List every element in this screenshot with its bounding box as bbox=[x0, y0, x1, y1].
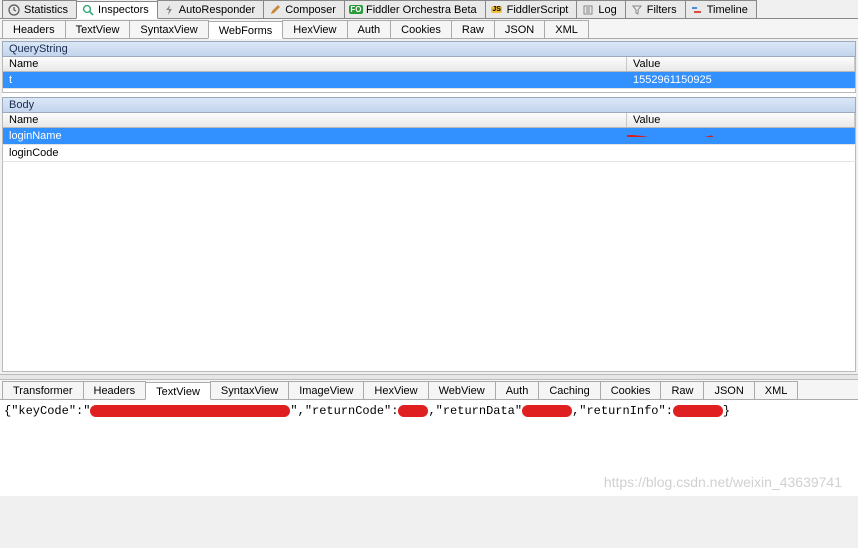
tab-label: Inspectors bbox=[98, 4, 149, 16]
subtab-webforms[interactable]: WebForms bbox=[208, 21, 284, 39]
tab-label: AutoResponder bbox=[179, 4, 255, 16]
pencil-icon bbox=[268, 3, 282, 17]
subtab-json[interactable]: JSON bbox=[494, 20, 545, 38]
timeline-icon bbox=[690, 3, 704, 17]
tab-label: Log bbox=[598, 4, 616, 16]
tab-label: Composer bbox=[285, 4, 336, 16]
rsubtab-hexview[interactable]: HexView bbox=[363, 381, 428, 399]
response-subtabs: Transformer Headers TextView SyntaxView … bbox=[0, 380, 858, 400]
tab-inspectors[interactable]: Inspectors bbox=[76, 1, 158, 19]
response-textview[interactable]: {"keyCode":"","returnCode":,"returnData"… bbox=[0, 400, 858, 496]
tab-label: Fiddler Orchestra Beta bbox=[366, 4, 477, 16]
watermark: https://blog.csdn.net/weixin_43639741 bbox=[604, 474, 842, 490]
json-text: ","returnCode": bbox=[290, 404, 398, 418]
redaction-mark bbox=[627, 135, 721, 137]
subtab-cookies[interactable]: Cookies bbox=[390, 20, 452, 38]
bolt-icon bbox=[162, 3, 176, 17]
cell-value bbox=[627, 152, 855, 154]
json-text: ,"returnData" bbox=[428, 404, 522, 418]
tab-autoresponder[interactable]: AutoResponder bbox=[157, 0, 264, 18]
col-name[interactable]: Name bbox=[3, 113, 627, 127]
body-grid-header: Name Value bbox=[2, 113, 856, 128]
rsubtab-headers[interactable]: Headers bbox=[83, 381, 147, 399]
fo-icon: FO bbox=[349, 3, 363, 17]
json-text: } bbox=[723, 404, 730, 418]
tab-label: Timeline bbox=[707, 4, 748, 16]
col-value[interactable]: Value bbox=[627, 57, 855, 71]
body-row[interactable]: loginCode bbox=[2, 145, 856, 162]
rsubtab-syntaxview[interactable]: SyntaxView bbox=[210, 381, 289, 399]
redaction-mark bbox=[522, 405, 572, 417]
rsubtab-webview[interactable]: WebView bbox=[428, 381, 496, 399]
request-subtabs: Headers TextView SyntaxView WebForms Hex… bbox=[0, 19, 858, 39]
tab-label: Statistics bbox=[24, 4, 68, 16]
script-icon: JS bbox=[490, 3, 504, 17]
rsubtab-caching[interactable]: Caching bbox=[538, 381, 600, 399]
tab-label: Filters bbox=[647, 4, 677, 16]
body-empty-area[interactable] bbox=[2, 162, 856, 372]
filter-icon bbox=[630, 3, 644, 17]
cell-value: 1552961150925 bbox=[627, 73, 855, 87]
request-panel: QueryString Name Value t 1552961150925 B… bbox=[2, 41, 856, 372]
clock-icon bbox=[7, 3, 21, 17]
rsubtab-json[interactable]: JSON bbox=[703, 381, 754, 399]
tab-fiddler-orchestra[interactable]: FO Fiddler Orchestra Beta bbox=[344, 0, 486, 18]
main-tabstrip: Statistics Inspectors AutoResponder Comp… bbox=[0, 0, 858, 19]
col-name[interactable]: Name bbox=[3, 57, 627, 71]
json-text: "keyCode":" bbox=[11, 404, 90, 418]
subtab-textview[interactable]: TextView bbox=[65, 20, 131, 38]
querystring-grid-header: Name Value bbox=[2, 57, 856, 72]
tab-log[interactable]: Log bbox=[576, 0, 625, 18]
col-value[interactable]: Value bbox=[627, 113, 855, 127]
subtab-raw[interactable]: Raw bbox=[451, 20, 495, 38]
body-header: Body bbox=[2, 97, 856, 113]
cell-value bbox=[627, 135, 855, 137]
tab-label: FiddlerScript bbox=[507, 4, 569, 16]
tab-filters[interactable]: Filters bbox=[625, 0, 686, 18]
rsubtab-auth[interactable]: Auth bbox=[495, 381, 540, 399]
rsubtab-imageview[interactable]: ImageView bbox=[288, 381, 364, 399]
tab-fiddlerscript[interactable]: JS FiddlerScript bbox=[485, 0, 578, 18]
subtab-xml[interactable]: XML bbox=[544, 20, 589, 38]
querystring-row[interactable]: t 1552961150925 bbox=[2, 72, 856, 89]
subtab-headers[interactable]: Headers bbox=[2, 20, 66, 38]
magnifier-icon bbox=[81, 3, 95, 17]
body-row[interactable]: loginName bbox=[2, 128, 856, 145]
subtab-syntaxview[interactable]: SyntaxView bbox=[129, 20, 208, 38]
rsubtab-xml[interactable]: XML bbox=[754, 381, 799, 399]
cell-name: loginName bbox=[3, 129, 627, 143]
tab-composer[interactable]: Composer bbox=[263, 0, 345, 18]
rsubtab-transformer[interactable]: Transformer bbox=[2, 381, 84, 399]
log-icon bbox=[581, 3, 595, 17]
tab-timeline[interactable]: Timeline bbox=[685, 0, 757, 18]
cell-name: t bbox=[3, 73, 627, 87]
cell-name: loginCode bbox=[3, 146, 627, 160]
json-text: ,"returnInfo": bbox=[572, 404, 673, 418]
subtab-auth[interactable]: Auth bbox=[347, 20, 392, 38]
tab-statistics[interactable]: Statistics bbox=[2, 0, 77, 18]
redaction-mark bbox=[627, 152, 672, 154]
redaction-mark bbox=[398, 405, 428, 417]
querystring-header: QueryString bbox=[2, 41, 856, 57]
redaction-mark bbox=[90, 405, 290, 417]
rsubtab-textview[interactable]: TextView bbox=[145, 382, 211, 400]
rsubtab-raw[interactable]: Raw bbox=[660, 381, 704, 399]
redaction-mark bbox=[673, 405, 723, 417]
rsubtab-cookies[interactable]: Cookies bbox=[600, 381, 662, 399]
subtab-hexview[interactable]: HexView bbox=[282, 20, 347, 38]
